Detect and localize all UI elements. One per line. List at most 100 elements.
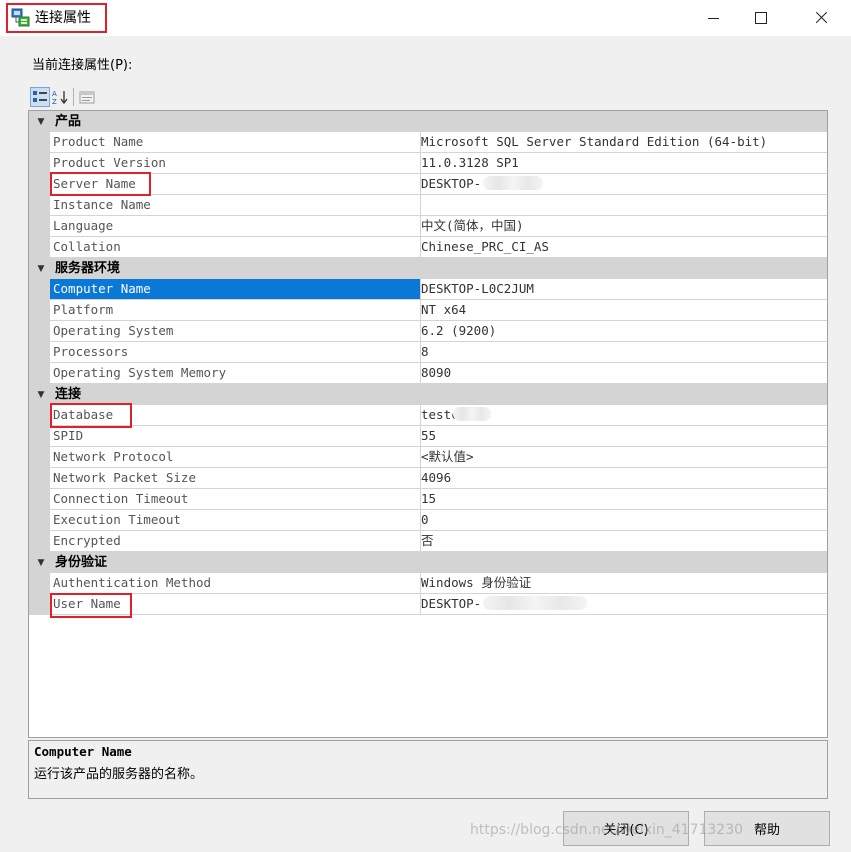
annotation-box-database (50, 403, 132, 428)
category-label: 产品 (55, 114, 82, 129)
chevron-down-icon[interactable]: ▼ (33, 552, 49, 573)
prop-value-text: DESKTOP- (421, 596, 482, 611)
prop-row-computer-name[interactable]: Computer Name DESKTOP-L0C2JUM (29, 279, 827, 300)
categorized-view-icon (33, 91, 47, 102)
close-icon (814, 11, 828, 25)
svg-text:A: A (52, 90, 57, 98)
description-title: Computer Name (34, 744, 132, 759)
description-text: 运行该产品的服务器的名称。 (34, 767, 204, 782)
prop-value: 55 (418, 426, 827, 447)
prop-row-encrypted[interactable]: Encrypted 否 (29, 531, 827, 552)
category-connection[interactable]: ▼ 连接 (29, 384, 827, 405)
prop-row-platform[interactable]: Platform NT x64 (29, 300, 827, 321)
prop-value: 8090 (418, 363, 827, 384)
prop-name: Processors (50, 342, 421, 363)
prop-value: 15 (418, 489, 827, 510)
help-button[interactable]: 帮助 (704, 811, 830, 846)
svg-text:Z: Z (52, 98, 57, 105)
title-bar: 连接属性 (0, 0, 851, 36)
prop-name: Instance Name (50, 195, 421, 216)
prop-row-product-name[interactable]: Product Name Microsoft SQL Server Standa… (29, 132, 827, 153)
category-label: 服务器环境 (55, 261, 121, 276)
prop-value: 4096 (418, 468, 827, 489)
prop-row-processors[interactable]: Processors 8 (29, 342, 827, 363)
prop-name: Authentication Method (50, 573, 421, 594)
prop-row-execution-timeout[interactable]: Execution Timeout 0 (29, 510, 827, 531)
prop-row-os-memory[interactable]: Operating System Memory 8090 (29, 363, 827, 384)
close-window-button[interactable] (798, 0, 844, 36)
description-panel: Computer Name 运行该产品的服务器的名称。 (28, 740, 828, 799)
redacted-blur (483, 176, 544, 190)
prop-row-collation[interactable]: Collation Chinese_PRC_CI_AS (29, 237, 827, 258)
prop-value (418, 195, 827, 216)
prop-row-connection-timeout[interactable]: Connection Timeout 15 (29, 489, 827, 510)
prop-name: Connection Timeout (50, 489, 421, 510)
prop-value-text: DESKTOP- (421, 176, 482, 191)
categorized-view-button[interactable] (30, 87, 50, 107)
prop-value: 8 (418, 342, 827, 363)
prop-name: Platform (50, 300, 421, 321)
category-product[interactable]: ▼ 产品 (29, 111, 827, 132)
prop-value: Microsoft SQL Server Standard Edition (6… (418, 132, 827, 153)
prop-name: Language (50, 216, 421, 237)
toolbar-separator (73, 88, 74, 106)
chevron-down-icon[interactable]: ▼ (33, 384, 49, 405)
prop-name: Operating System Memory (50, 363, 421, 384)
prop-name: Computer Name (50, 279, 421, 300)
prop-name: Product Version (50, 153, 421, 174)
prop-value: 11.0.3128 SP1 (418, 153, 827, 174)
annotation-box-user-name (50, 593, 132, 618)
prop-value: 中文(简体，中国) (418, 216, 827, 237)
prop-name: Product Name (50, 132, 421, 153)
minimize-icon (707, 17, 719, 19)
prop-name: Network Packet Size (50, 468, 421, 489)
maximize-button[interactable] (738, 0, 784, 36)
sort-alphabetical-button[interactable]: A Z (50, 87, 70, 107)
annotation-box-title (6, 3, 107, 33)
prop-value: 6.2 (9200) (418, 321, 827, 342)
prop-row-authentication-method[interactable]: Authentication Method Windows 身份验证 (29, 573, 827, 594)
sort-alphabetical-icon: A Z (52, 90, 68, 105)
prop-row-language[interactable]: Language 中文(简体，中国) (29, 216, 827, 237)
redacted-blur (452, 407, 491, 421)
prop-row-database[interactable]: Database testc (29, 405, 827, 426)
property-pages-icon (79, 91, 95, 104)
category-authentication[interactable]: ▼ 身份验证 (29, 552, 827, 573)
maximize-icon (755, 12, 767, 24)
redacted-blur (483, 596, 588, 610)
current-properties-label: 当前连接属性(P): (32, 58, 133, 73)
minimize-button[interactable] (690, 0, 736, 36)
prop-value: Windows 身份验证 (418, 573, 827, 594)
prop-name: Operating System (50, 321, 421, 342)
prop-row-user-name[interactable]: User Name DESKTOP- (29, 594, 827, 615)
category-server-environment[interactable]: ▼ 服务器环境 (29, 258, 827, 279)
prop-value: DESKTOP- (418, 594, 827, 615)
prop-row-network-packet-size[interactable]: Network Packet Size 4096 (29, 468, 827, 489)
chevron-down-icon[interactable]: ▼ (33, 111, 49, 132)
prop-name: Encrypted (50, 531, 421, 552)
prop-name: Collation (50, 237, 421, 258)
prop-value: NT x64 (418, 300, 827, 321)
annotation-box-server-name (50, 172, 151, 196)
property-toolbar: A Z (30, 86, 97, 108)
property-grid[interactable]: ▼ 产品 Product Name Microsoft SQL Server S… (28, 110, 828, 738)
property-pages-button[interactable] (77, 87, 97, 107)
prop-value: testc (418, 405, 827, 426)
prop-name: SPID (50, 426, 421, 447)
category-label: 身份验证 (55, 555, 108, 570)
prop-row-product-version[interactable]: Product Version 11.0.3128 SP1 (29, 153, 827, 174)
prop-name: Execution Timeout (50, 510, 421, 531)
prop-value: <默认值> (418, 447, 827, 468)
prop-value: Chinese_PRC_CI_AS (418, 237, 827, 258)
prop-row-spid[interactable]: SPID 55 (29, 426, 827, 447)
prop-row-network-protocol[interactable]: Network Protocol <默认值> (29, 447, 827, 468)
category-label: 连接 (55, 387, 82, 402)
prop-value: DESKTOP-L0C2JUM (418, 279, 827, 300)
prop-name: Network Protocol (50, 447, 421, 468)
prop-value: 0 (418, 510, 827, 531)
prop-row-instance-name[interactable]: Instance Name (29, 195, 827, 216)
prop-row-operating-system[interactable]: Operating System 6.2 (9200) (29, 321, 827, 342)
prop-value: DESKTOP- (418, 174, 827, 195)
chevron-down-icon[interactable]: ▼ (33, 258, 49, 279)
close-button[interactable]: 关闭(C) (563, 811, 689, 846)
